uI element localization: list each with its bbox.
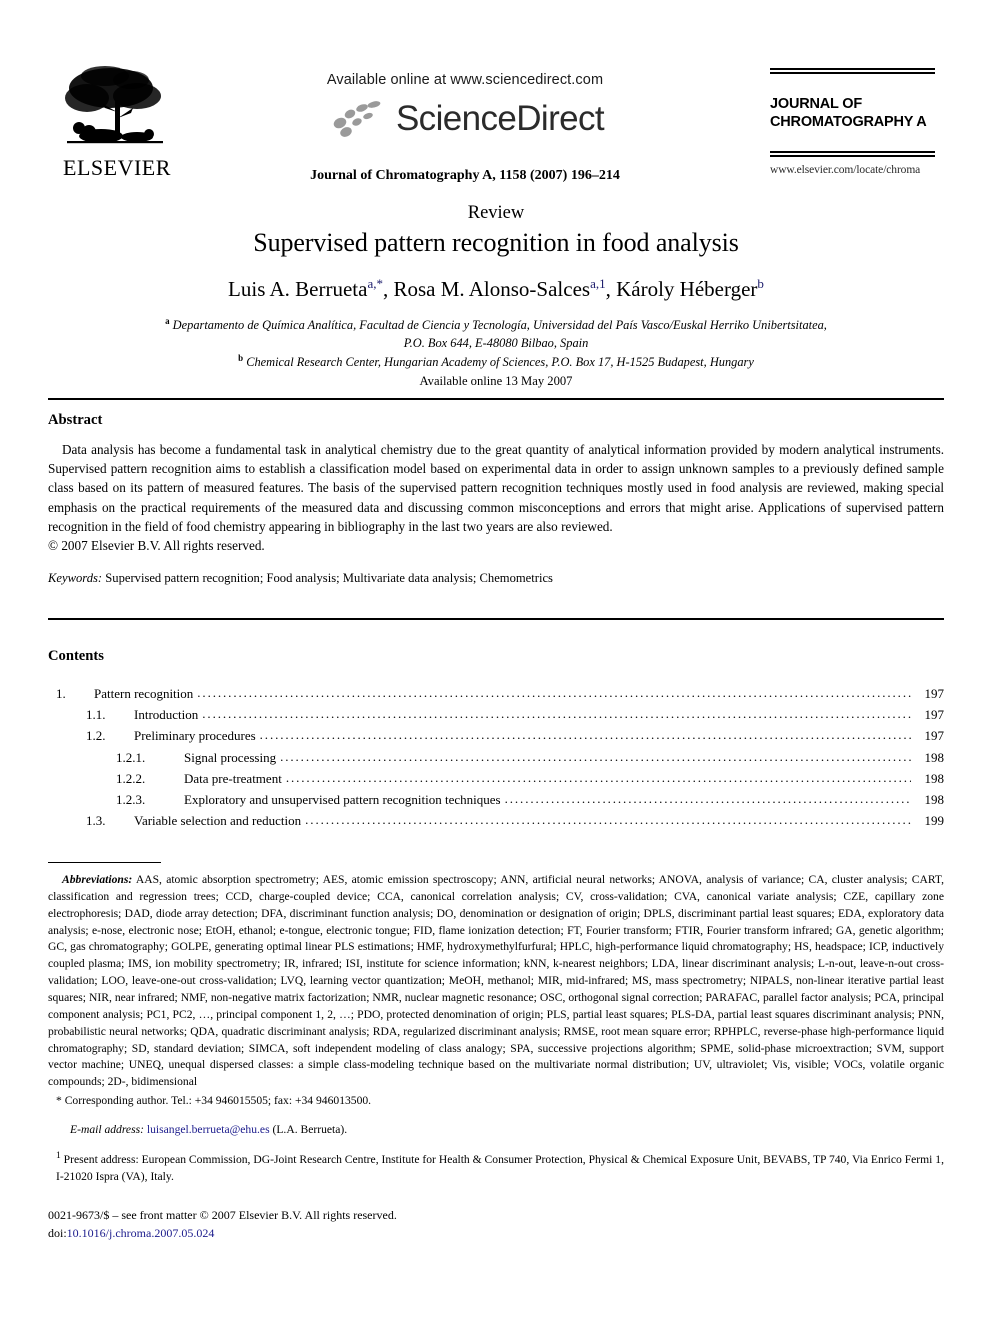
author-1: Luis A. Berruetaa,*	[228, 276, 383, 301]
affiliation-a: a Departamento de Química Analítica, Fac…	[165, 316, 827, 333]
affiliation-a-marker: a	[165, 316, 170, 326]
elsevier-wordmark: ELSEVIER	[63, 155, 171, 180]
page-title: Supervised pattern recognition in food a…	[253, 228, 739, 257]
present-address-note: 1 Present address: European Commission, …	[48, 1150, 944, 1186]
toc-entry-page: 198	[924, 791, 945, 807]
issn-line: 0021-9673/$ – see front matter © 2007 El…	[48, 1208, 397, 1222]
journal-name-line2: CHROMATOGRAPHY A	[770, 113, 927, 130]
toc-leader-dots: ........................................…	[305, 813, 911, 827]
toc-leader-dots: ........................................…	[259, 728, 911, 742]
toc-entry-label: Data pre-treatment	[184, 770, 282, 786]
email-label: E-mail address:	[70, 1122, 144, 1136]
toc-entry-page: 198	[924, 770, 945, 786]
toc-entry[interactable]: 1. Pattern recognition...................…	[48, 683, 944, 704]
toc-entry-number: 1.2.3.	[116, 791, 146, 807]
toc-entry-number: 1.2.	[86, 728, 106, 744]
toc-entry-page: 198	[924, 749, 945, 765]
abstract-section: Abstract Data analysis has become a fund…	[48, 412, 944, 586]
toc-entry-label: Pattern recognition	[94, 686, 194, 701]
abbreviations-text: AAS, atomic absorption spectrometry; AES…	[48, 873, 944, 1089]
masthead: ELSEVIER Available online at www.science…	[0, 0, 992, 200]
sciencedirect-swoosh-icon	[333, 101, 381, 137]
toc-entry-page: 197	[924, 686, 945, 701]
affiliation-b: b Chemical Research Center, Hungarian Ac…	[238, 353, 754, 370]
affiliations: a Departamento de Química Analítica, Fac…	[70, 315, 922, 372]
author-list: Luis A. Berruetaa,*, Rosa M. Alonso-Salc…	[228, 276, 764, 301]
abstract-body: Data analysis has become a fundamental t…	[48, 442, 944, 534]
abbreviations-label: Abbreviations:	[62, 873, 133, 886]
divider-above-contents	[48, 618, 944, 620]
doi-value[interactable]: 10.1016/j.chroma.2007.05.024	[67, 1226, 215, 1240]
page-footer: 0021-9673/$ – see front matter © 2007 El…	[48, 1206, 944, 1242]
toc-entry-number: 1.	[56, 686, 66, 701]
journal-homepage-url[interactable]: www.elsevier.com/locate/chroma	[770, 164, 935, 176]
keywords-label: Keywords:	[48, 571, 103, 586]
keywords: Keywords: Supervised pattern recognition…	[48, 571, 944, 586]
doi-line: doi:10.1016/j.chroma.2007.05.024	[48, 1224, 944, 1242]
present-address-marker: 1	[56, 1151, 61, 1162]
author-3: Károly Hébergerb	[616, 276, 764, 301]
sciencedirect-block: Available online at www.sciencedirect.co…	[230, 72, 700, 184]
keywords-value: Supervised pattern recognition; Food ana…	[105, 571, 553, 586]
footnotes-section: Abbreviations: AAS, atomic absorption sp…	[48, 872, 944, 1197]
abstract-heading: Abstract	[48, 412, 103, 428]
email-owner: (L.A. Berrueta).	[272, 1122, 348, 1136]
toc-entry-number: 1.3.	[86, 813, 106, 829]
abbreviations-note: Abbreviations: AAS, atomic absorption sp…	[48, 872, 944, 1091]
toc-entry-page: 197	[924, 707, 945, 723]
journal-rule-bottom	[770, 151, 935, 158]
doi-label: doi:	[48, 1226, 67, 1240]
toc-leader-dots: ........................................…	[197, 686, 911, 699]
author-2: Rosa M. Alonso-Salcesa,1	[393, 276, 606, 301]
elsevier-logo: ELSEVIER	[58, 62, 176, 179]
author-1-marks: a,*	[367, 276, 383, 291]
contents-section: Contents 1. Pattern recognition..........…	[48, 648, 944, 831]
table-of-contents: 1. Pattern recognition...................…	[48, 683, 944, 831]
toc-entry[interactable]: 1.3. Variable selection and reduction....…	[48, 810, 944, 831]
toc-entry-page: 197	[924, 728, 945, 744]
available-online-text: Available online at www.sciencedirect.co…	[326, 72, 604, 88]
elsevier-tree-icon	[65, 66, 163, 144]
toc-entry-label: Introduction	[134, 707, 199, 723]
contents-heading: Contents	[48, 648, 104, 664]
toc-leader-dots: ........................................…	[285, 770, 911, 784]
toc-leader-dots: ........................................…	[202, 707, 911, 721]
toc-entry-number: 1.2.1.	[116, 749, 146, 765]
available-online-date: Available online 13 May 2007	[419, 374, 573, 388]
article-doctype: Review	[467, 203, 525, 223]
toc-entry[interactable]: 1.1. Introduction........................…	[48, 704, 944, 725]
toc-entry[interactable]: 1.2.3. Exploratory and unsupervised patte…	[48, 789, 944, 810]
journal-title-block: JOURNAL OF CHROMATOGRAPHY A www.elsevier…	[770, 68, 935, 176]
journal-citation: Journal of Chromatography A, 1158 (2007)…	[310, 168, 620, 183]
toc-entry[interactable]: 1.2.2. Data pre-treatment................…	[48, 768, 944, 789]
divider-above-abstract	[48, 398, 944, 400]
author-2-marks: a,1	[590, 276, 606, 291]
toc-entry[interactable]: 1.2.1. Signal processing.................…	[48, 747, 944, 768]
toc-entry-number: 1.2.2.	[116, 770, 146, 786]
present-address-text: Present address: European Commission, DG…	[56, 1152, 944, 1183]
toc-entry-number: 1.1.	[86, 707, 106, 723]
abstract-copyright: © 2007 Elsevier B.V. All rights reserved…	[48, 538, 265, 554]
toc-leader-dots: ........................................…	[280, 749, 911, 763]
toc-entry[interactable]: 1.2. Preliminary procedures..............…	[48, 725, 944, 746]
journal-name-line1: JOURNAL OF	[770, 96, 862, 112]
email-link[interactable]: luisangel.berrueta@ehu.es	[147, 1123, 270, 1136]
affiliation-a-line2: P.O. Box 644, E-48080 Bilbao, Spain	[403, 335, 589, 350]
email-note: E-mail address: luisangel.berrueta@ehu.e…	[48, 1122, 944, 1139]
corresponding-author-note: * Corresponding author. Tel.: +34 946015…	[56, 1094, 372, 1108]
toc-entry-label: Preliminary procedures	[134, 728, 256, 744]
affiliation-b-marker: b	[238, 353, 244, 364]
toc-entry-label: Signal processing	[184, 749, 277, 765]
sciencedirect-wordmark: ScienceDirect	[395, 98, 605, 138]
toc-entry-label: Exploratory and unsupervised pattern rec…	[184, 791, 501, 807]
toc-leader-dots: ........................................…	[504, 791, 911, 805]
author-3-marks: b	[757, 276, 764, 291]
toc-entry-page: 199	[924, 813, 945, 829]
journal-name: JOURNAL OF CHROMATOGRAPHY A	[770, 96, 935, 131]
toc-entry-label: Variable selection and reduction	[134, 813, 302, 829]
divider-above-footnotes	[48, 862, 161, 863]
journal-rule-top	[770, 68, 935, 74]
article-first-page: ELSEVIER Available online at www.science…	[0, 0, 992, 1323]
